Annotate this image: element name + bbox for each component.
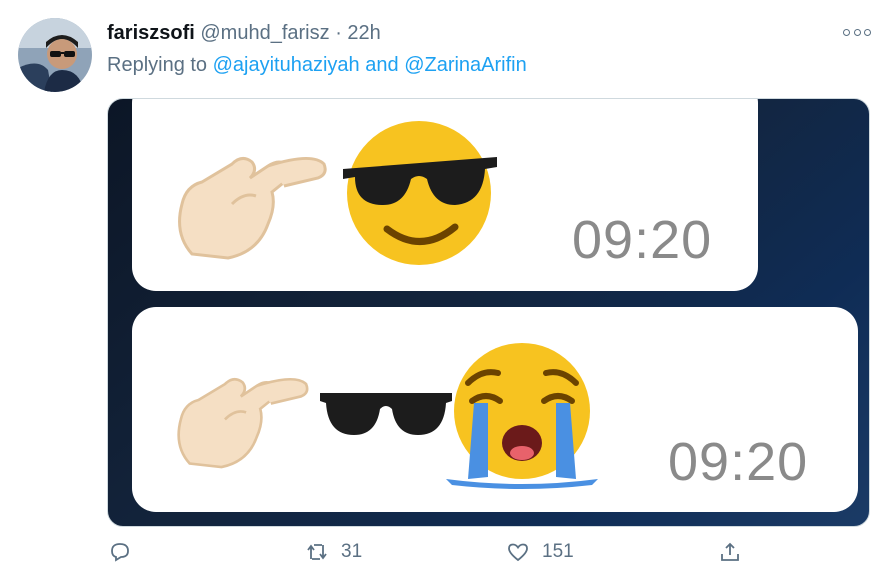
retweet-icon <box>307 544 327 560</box>
dot-icon <box>864 28 871 36</box>
mention-link[interactable]: @ZarinaArifin <box>404 54 527 76</box>
avatar-photo <box>18 18 92 92</box>
sunglasses-icon <box>320 393 452 435</box>
reply-icon <box>111 543 129 562</box>
more-options-icon[interactable] <box>843 22 871 42</box>
user-handle[interactable]: @muhd_farisz <box>200 22 329 44</box>
smiling-face-with-sunglasses-icon <box>343 121 497 265</box>
dot-icon <box>843 28 850 36</box>
replying-to-label: Replying to <box>107 54 208 76</box>
retweet-button[interactable]: 31 <box>305 540 362 564</box>
avatar[interactable] <box>18 18 92 92</box>
loudly-crying-face-icon <box>446 343 598 489</box>
tweet-timestamp[interactable]: 22h <box>347 22 380 44</box>
tweet-header: fariszsofi @muhd_farisz · 22h <box>107 20 381 46</box>
pinching-hand-icon <box>177 377 309 469</box>
like-count: 151 <box>542 541 574 562</box>
like-button[interactable]: 151 <box>506 540 574 564</box>
display-name[interactable]: fariszsofi <box>107 22 195 44</box>
reply-button[interactable] <box>108 540 132 564</box>
message-time: 09:20 <box>668 432 809 492</box>
mention-link[interactable]: @ajayituhaziyah <box>213 54 360 76</box>
heart-icon <box>508 543 528 562</box>
share-icon <box>721 542 739 561</box>
retweet-count: 31 <box>341 541 363 562</box>
tweet-actions-bar: 31 151 <box>0 540 895 574</box>
separator-dot: · <box>335 22 342 44</box>
tweet-media-image[interactable]: 09:20 09:20 <box>107 98 870 527</box>
share-button[interactable] <box>718 540 742 564</box>
replying-to-line: Replying to @ajayituhaziyah and @ZarinaA… <box>107 52 527 78</box>
and-label: and <box>365 54 399 76</box>
dot-icon <box>853 28 861 36</box>
message-time: 09:20 <box>572 210 713 270</box>
pinching-hand-icon <box>178 157 327 260</box>
